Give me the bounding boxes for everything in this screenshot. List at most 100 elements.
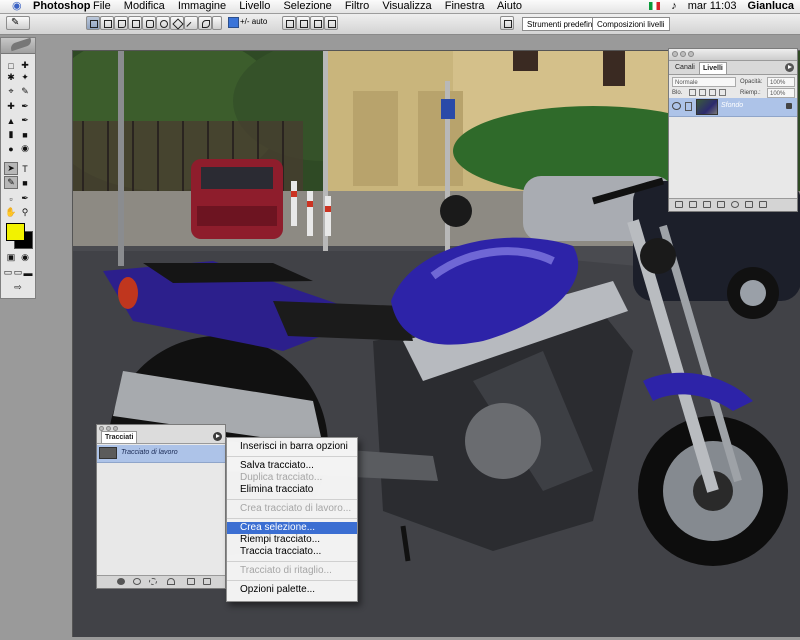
menu-finestra[interactable]: Finestra	[445, 0, 485, 12]
blur-icon[interactable]: ●	[5, 143, 17, 154]
blend-mode-select[interactable]: Normale	[672, 77, 736, 87]
palette-well-icon[interactable]	[500, 16, 514, 30]
shape-layers-button[interactable]	[86, 16, 100, 30]
menu-immagine[interactable]: Immagine	[178, 0, 226, 12]
tool-preset-picker[interactable]: ✎	[6, 16, 30, 30]
fill-field[interactable]: 100%	[767, 88, 795, 98]
menu-item-salva-tracciato[interactable]: Salva tracciato...	[227, 460, 357, 472]
app-menu-photoshop[interactable]: Photoshop	[33, 0, 90, 13]
type-icon[interactable]: T	[19, 163, 31, 174]
paths-mode-button[interactable]	[100, 16, 114, 30]
volume-icon[interactable]: ♪	[671, 0, 677, 12]
gradient-icon[interactable]: ■	[19, 129, 31, 140]
fill-path-icon[interactable]	[117, 578, 125, 585]
menu-filtro[interactable]: Filtro	[345, 0, 369, 12]
stroke-path-icon[interactable]	[133, 578, 141, 585]
eraser-icon[interactable]: ▮	[5, 129, 17, 140]
adjustment-layer-icon[interactable]	[731, 201, 739, 208]
quick-mask-icon[interactable]: ◉	[19, 252, 31, 263]
layer-row[interactable]: Sfondo	[669, 98, 797, 117]
lock-pixels-icon[interactable]	[699, 89, 706, 96]
menubar-user[interactable]: Gianluca	[748, 0, 794, 12]
slice-icon[interactable]: ✎	[19, 86, 31, 97]
menu-item-riempi-tracciato[interactable]: Riempi tracciato...	[227, 534, 357, 546]
rectangle-tool-button[interactable]	[128, 16, 142, 30]
paths-palette-menu-arrow-icon[interactable]	[213, 432, 222, 441]
polygon-tool-button[interactable]	[170, 16, 184, 30]
menu-file[interactable]: File	[93, 0, 111, 12]
well-tab-composizioni-livelli[interactable]: Composizioni livelli	[592, 17, 670, 31]
lock-position-icon[interactable]	[709, 89, 716, 96]
layer-style-icon[interactable]	[689, 201, 697, 208]
screen-mode-full-icon[interactable]: ▬	[23, 267, 33, 278]
well-tab-strumenti-predefiniti[interactable]: Strumenti predefiniti	[522, 17, 604, 31]
intersect-path-area-button[interactable]	[310, 16, 324, 30]
apple-icon[interactable]: ◉	[12, 0, 22, 13]
menu-livello[interactable]: Livello	[239, 0, 270, 12]
brush-link-icon[interactable]	[685, 102, 692, 111]
minimize-icon[interactable]	[680, 51, 686, 57]
lock-all-icon[interactable]	[719, 89, 726, 96]
pen-icon[interactable]: ✎	[4, 176, 18, 189]
menu-selezione[interactable]: Selezione	[283, 0, 331, 12]
new-set-icon[interactable]	[717, 201, 725, 208]
screen-mode-standard-icon[interactable]: ▭	[3, 267, 13, 278]
tab-tracciati[interactable]: Tracciati	[101, 431, 138, 443]
brush-icon[interactable]: ✒	[19, 101, 31, 112]
new-path-icon[interactable]	[187, 578, 195, 585]
opacity-field[interactable]: 100%	[767, 77, 795, 87]
crop-icon[interactable]: ⌖	[5, 86, 17, 97]
menu-item-inserisci-barra-opzioni[interactable]: Inserisci in barra opzioni	[227, 441, 357, 453]
layer-mask-icon[interactable]	[703, 201, 711, 208]
standard-mode-icon[interactable]: ▣	[5, 252, 17, 263]
eyedropper-icon[interactable]: ✒	[19, 193, 31, 204]
healing-brush-icon[interactable]: ✚	[5, 101, 17, 112]
menu-item-crea-selezione[interactable]: Crea selezione...	[227, 522, 357, 534]
zoom-icon[interactable]: ⚲	[19, 207, 31, 218]
input-language-flag-icon[interactable]	[649, 2, 661, 10]
clone-stamp-icon[interactable]: ▲	[5, 115, 17, 126]
jump-to-imageready-icon[interactable]: ⇨	[5, 282, 31, 293]
layers-palette-menu-arrow-icon[interactable]	[785, 63, 794, 72]
ellipse-tool-button[interactable]	[156, 16, 170, 30]
layers-palette-titlebar[interactable]	[669, 49, 797, 61]
shape-icon[interactable]: ■	[19, 177, 31, 188]
dodge-icon[interactable]: ◉	[19, 143, 31, 154]
tab-canali[interactable]: Canali	[672, 62, 698, 73]
path-selection-icon[interactable]: ➤	[4, 162, 18, 175]
lasso-icon[interactable]: ✱	[5, 72, 17, 83]
screen-mode-menubar-icon[interactable]: ▭	[13, 267, 23, 278]
link-layers-icon[interactable]	[675, 201, 683, 208]
history-brush-icon[interactable]: ✒	[19, 115, 31, 126]
foreground-color-swatch[interactable]	[6, 223, 25, 241]
path-row[interactable]: Tracciato di lavoro	[97, 445, 225, 463]
hand-icon[interactable]: ✋	[5, 207, 17, 218]
new-layer-icon[interactable]	[745, 201, 753, 208]
menu-item-elimina-tracciato[interactable]: Elimina tracciato	[227, 484, 357, 496]
notes-icon[interactable]: ▫	[5, 193, 17, 204]
menu-aiuto[interactable]: Aiuto	[497, 0, 522, 12]
pen-tool-button[interactable]	[114, 16, 128, 30]
menu-item-opzioni-palette[interactable]: Opzioni palette...	[227, 584, 357, 596]
menu-item-traccia-tracciato[interactable]: Traccia tracciato...	[227, 546, 357, 558]
move-icon[interactable]: ✚	[19, 60, 31, 71]
trash-icon[interactable]	[759, 201, 767, 208]
menu-modifica[interactable]: Modifica	[124, 0, 165, 12]
geometry-options-arrow[interactable]	[212, 16, 222, 30]
menubar-clock[interactable]: mar 11:03	[688, 0, 737, 12]
custom-shape-tool-button[interactable]	[198, 16, 212, 30]
make-work-path-icon[interactable]	[167, 578, 175, 585]
menu-visualizza[interactable]: Visualizza	[382, 0, 431, 12]
tab-livelli[interactable]: Livelli	[699, 62, 727, 74]
auto-add-delete-checkbox[interactable]	[228, 17, 239, 28]
zoom-window-icon[interactable]	[688, 51, 694, 57]
lock-transparent-icon[interactable]	[689, 89, 696, 96]
subtract-path-area-button[interactable]	[296, 16, 310, 30]
rounded-rectangle-tool-button[interactable]	[142, 16, 156, 30]
trash-icon[interactable]	[203, 578, 211, 585]
load-as-selection-icon[interactable]	[149, 578, 157, 585]
toolbox-header[interactable]	[1, 37, 35, 54]
marquee-icon[interactable]: □	[5, 60, 17, 71]
line-tool-button[interactable]	[184, 16, 198, 32]
eye-icon[interactable]	[672, 102, 681, 110]
